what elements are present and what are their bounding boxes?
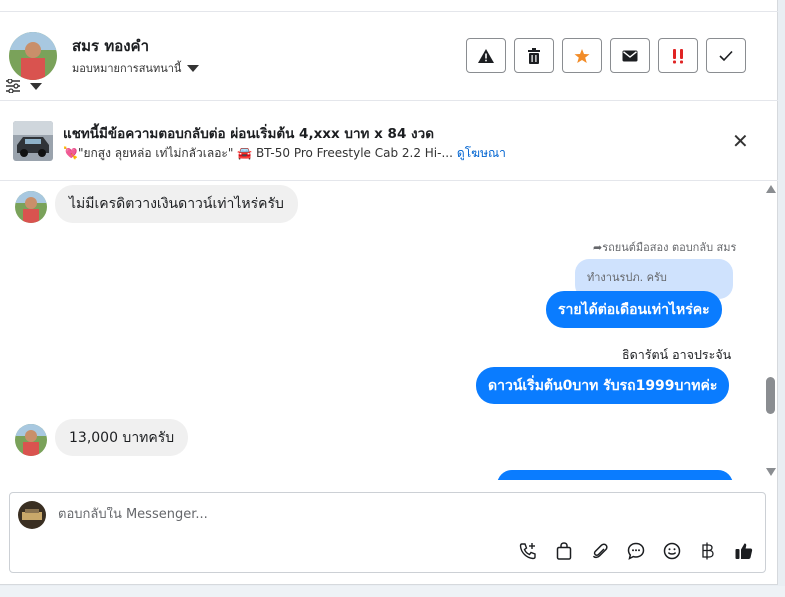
outgoing-message[interactable]: รายได้ต่อเดือนเท่าไหร่คะ	[546, 291, 722, 328]
filter-chevron-down-icon[interactable]	[30, 83, 42, 90]
assign-conversation-dropdown[interactable]: มอบหมายการสนทนานี้	[72, 59, 200, 77]
follow-up-button[interactable]	[658, 38, 698, 73]
check-icon	[719, 50, 733, 61]
emoji-icon[interactable]	[661, 540, 683, 562]
ad-divider	[0, 180, 778, 181]
scrollbar-thumb[interactable]	[766, 377, 775, 414]
call-add-icon[interactable]	[517, 540, 539, 562]
assign-label: มอบหมายการสนทนานี้	[72, 62, 182, 75]
close-icon[interactable]: ✕	[732, 131, 749, 151]
header-divider	[0, 100, 778, 101]
envelope-icon	[622, 50, 638, 61]
shopping-bag-icon[interactable]	[553, 540, 575, 562]
contact-name[interactable]: สมร ทองคำ	[72, 34, 149, 58]
reply-input[interactable]	[58, 507, 658, 522]
filter-sliders-icon[interactable]	[5, 78, 21, 94]
star-button[interactable]	[562, 38, 602, 73]
sender-name: ธิดารัตน์ อาจประจัน	[622, 347, 732, 362]
contact-avatar[interactable]	[9, 32, 57, 80]
mark-unread-button[interactable]	[610, 38, 650, 73]
ad-title: แชทนี้มีข้อความตอบกลับต่อ ผ่อนเริ่มต้น 4…	[63, 126, 434, 142]
trash-icon	[528, 47, 540, 64]
incoming-message[interactable]: ไม่มีเครดิตวางเงินดาวน์เท่าไหร่ครับ	[55, 185, 298, 223]
message-composer	[9, 492, 766, 573]
view-ad-link[interactable]: ดูโฆษณา	[457, 144, 506, 163]
paperclip-icon[interactable]	[589, 540, 611, 562]
top-divider	[0, 11, 778, 12]
outgoing-message-partial	[497, 470, 733, 480]
contact-avatar-small	[15, 191, 47, 223]
chevron-down-icon	[187, 64, 200, 72]
reply-arrow-icon: ➦	[593, 241, 603, 254]
ad-thumbnail[interactable]	[13, 121, 53, 161]
report-spam-button[interactable]	[466, 38, 506, 73]
reply-context-text: รถยนต์มือสอง ตอบกลับ สมร	[602, 241, 737, 254]
ad-subtitle-row: 💘"ยกสูง ลุยหล่อ เท่ไม่กลัวเลอะ" 🚘 BT-50 …	[63, 144, 506, 163]
delete-button[interactable]	[514, 38, 554, 73]
scroll-down-arrow[interactable]	[766, 468, 776, 476]
chat-bubble-icon[interactable]	[625, 540, 647, 562]
priority-icon	[673, 48, 683, 63]
incoming-message[interactable]: 13,000 บาทครับ	[55, 419, 189, 456]
warning-icon	[478, 48, 494, 63]
inbox-conversation-panel: สมร ทองคำ มอบหมายการสนทนานี้ แชทนี้มีข้อ…	[0, 0, 778, 585]
reply-context: ➦รถยนต์มือสอง ตอบกลับ สมร	[593, 238, 736, 256]
conversation-actions	[466, 38, 746, 73]
scroll-up-arrow[interactable]	[766, 185, 776, 193]
outgoing-message[interactable]: ดาวน์เริ่มต้น0บาท รับรถ1999บาทค่ะ	[476, 367, 730, 404]
page-avatar	[18, 501, 46, 529]
thumbs-up-icon[interactable]	[733, 540, 755, 562]
baht-icon[interactable]	[697, 540, 719, 562]
ad-subtitle: 💘"ยกสูง ลุยหล่อ เท่ไม่กลัวเลอะ" 🚘 BT-50 …	[63, 146, 453, 160]
contact-avatar-small	[15, 424, 47, 456]
mark-done-button[interactable]	[706, 38, 746, 73]
composer-toolbar	[517, 540, 755, 562]
star-icon	[574, 48, 590, 63]
window-bottom-strip	[0, 586, 785, 597]
